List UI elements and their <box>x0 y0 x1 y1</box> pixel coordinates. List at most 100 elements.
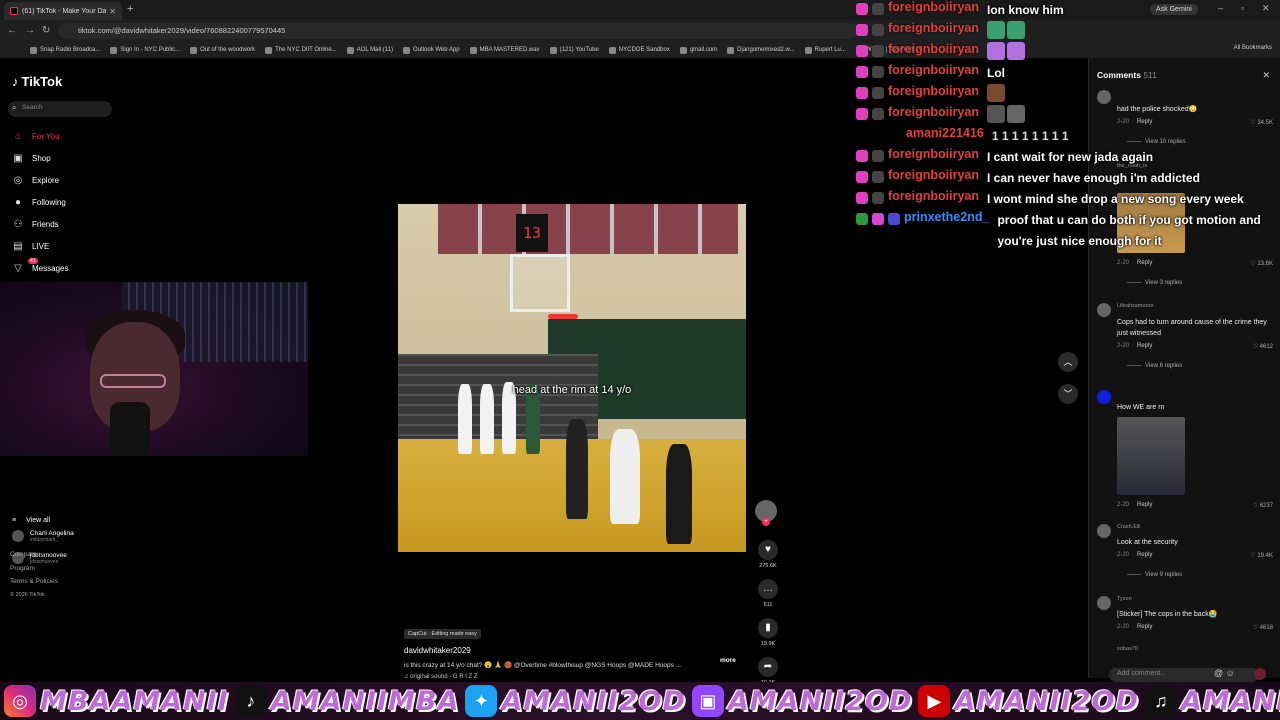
chat-text: 1 1 1 1 1 1 1 1 <box>991 129 1069 143</box>
capcut-tag[interactable]: CapCut · Editing made easy <box>404 629 481 639</box>
bookmark-item[interactable]: The NYC DIIT Online... <box>265 46 337 54</box>
subscriber-badge-icon <box>872 150 884 162</box>
next-video-button[interactable]: ﹀ <box>1058 384 1078 404</box>
comment-likes[interactable]: ♡ 19.4K <box>1250 552 1273 559</box>
view-replies-button[interactable]: View 10 replies <box>1127 139 1186 145</box>
comment-likes[interactable]: ♡ 6237 <box>1253 502 1273 509</box>
bookmark-item[interactable]: Out of the woodwork <box>190 46 255 54</box>
view-replies-button[interactable]: View 6 replies <box>1127 363 1182 369</box>
tiktok-icon: ♪ <box>234 685 267 717</box>
video-player[interactable]: 13 head at the rim at 14 y/o <box>398 204 746 552</box>
account-name: Charli Angelina <box>30 529 74 537</box>
messages-icon: ▽ <box>14 262 22 274</box>
minimize-icon[interactable]: – <box>1218 3 1223 13</box>
comment-button[interactable]: … 511 <box>756 579 780 608</box>
reply-button[interactable]: Reply <box>1137 119 1152 125</box>
avatar[interactable] <box>1097 303 1111 317</box>
all-bookmarks-button[interactable]: All Bookmarks <box>1234 45 1272 51</box>
view-all-button[interactable]: ≡ View all <box>12 517 50 524</box>
new-tab-icon[interactable]: + <box>127 3 133 15</box>
chat-username: foreignboiiryan <box>888 168 979 182</box>
nav-messages[interactable]: ▽ 41 Messages <box>12 258 68 275</box>
nav-explore[interactable]: ◎ Explore <box>12 173 60 187</box>
comment-author[interactable]: Crash.Elli <box>1117 524 1141 530</box>
emote-icon <box>1006 42 1025 60</box>
mention-emoji-icons[interactable]: @ ☺ <box>1214 668 1235 678</box>
comment-likes[interactable]: ♡ 4618 <box>1253 624 1273 631</box>
bookmark-favicon-icon <box>190 46 198 54</box>
reply-button[interactable]: Reply <box>1137 260 1152 266</box>
banner-twitter: ✦ AMANII2OD <box>465 685 688 717</box>
previous-video-button[interactable]: ︿ <box>1058 352 1078 372</box>
reply-button[interactable]: Reply <box>1137 552 1152 558</box>
tiktok-logo[interactable]: ♪ TikTok <box>12 74 62 89</box>
bookmark-favicon-icon <box>403 46 411 54</box>
instagram-icon: ◎ <box>4 685 36 717</box>
footer-link-company[interactable]: Company <box>10 548 58 562</box>
view-replies-button[interactable]: View 9 replies <box>1127 572 1182 578</box>
bookmark-item[interactable]: AOL Mail (11) <box>346 46 393 54</box>
close-tab-icon[interactable]: ✕ <box>109 7 116 16</box>
close-comments-icon[interactable]: ✕ <box>1262 70 1270 81</box>
bookmark-item[interactable]: gmail.com <box>679 46 717 54</box>
comment-author[interactable]: Lifeahsamesxx <box>1117 303 1154 309</box>
more-button[interactable]: more <box>720 657 736 664</box>
nav-for-you[interactable]: ⌂ For You <box>12 129 60 143</box>
nav-live[interactable]: ▤ LIVE <box>12 239 49 253</box>
banner-music: ♫AMANII(MUSIC) <box>1144 685 1280 717</box>
comment-likes[interactable]: ♡ 4612 <box>1253 343 1273 350</box>
reload-icon[interactable]: ↻ <box>42 25 50 36</box>
close-window-icon[interactable]: ✕ <box>1262 3 1270 14</box>
nav-friends[interactable]: ⚇ Friends <box>12 217 59 231</box>
comment-likes[interactable]: ♡ 34.5K <box>1250 119 1273 126</box>
comment-item: Crash.Elli Look at the security 2-20 Repl… <box>1097 524 1273 584</box>
address-bar[interactable]: tiktok.com/@davidwhitaker2029/video/7608… <box>58 23 858 39</box>
view-replies-button[interactable]: View 3 replies <box>1127 280 1182 286</box>
video-author[interactable]: davidwhitaker2029 <box>404 646 744 655</box>
footer-links: Company Program Terms & Policies © 2026 … <box>10 548 58 602</box>
bookmark-item[interactable]: Snap Radio Broadca... <box>30 46 100 54</box>
maximize-icon[interactable]: ▫ <box>1241 3 1244 13</box>
comment-author[interactable]: Tyson <box>1117 596 1132 602</box>
comment-author[interactable]: sobas70 <box>1117 646 1138 652</box>
bookmark-item[interactable]: NYCDOE Sandbox <box>608 46 670 54</box>
comment-likes[interactable]: ♡ 13.6K <box>1250 260 1273 267</box>
comment-meta: 2-20 Reply <box>1117 624 1153 630</box>
browser-tab[interactable]: (61) TikTok - Make Your Day ✕ <box>4 2 122 20</box>
bookmark-item[interactable]: Djangomemixed2.w... <box>727 46 795 54</box>
save-button[interactable]: ▮ 19.9K <box>756 618 780 647</box>
nav-following[interactable]: ● Following <box>12 195 66 209</box>
heart-icon: ♥ <box>758 540 778 560</box>
like-button[interactable]: ♥ 275.6K <box>756 540 780 569</box>
ask-gemini-button[interactable]: Ask Gemini <box>1150 4 1198 15</box>
chevron-down-icon: ﹀ <box>1063 389 1073 399</box>
avatar[interactable] <box>1097 596 1111 610</box>
footer-link-program[interactable]: Program <box>10 562 58 576</box>
heart-badge-icon <box>856 45 868 57</box>
bookmark-item[interactable]: (121) YouTube <box>549 46 599 54</box>
comment-image[interactable] <box>1117 417 1185 495</box>
reply-button[interactable]: Reply <box>1137 502 1152 508</box>
search-input[interactable]: ⌕ Search <box>8 101 112 117</box>
avatar[interactable] <box>1097 90 1111 104</box>
bookmark-item[interactable]: Sign In - NYC Public... <box>110 46 180 54</box>
reply-button[interactable]: Reply <box>1137 343 1152 349</box>
follow-plus-icon[interactable]: + <box>762 518 770 526</box>
video-sound[interactable]: ♫ original sound - G R I Z Z <box>404 674 744 680</box>
avatar[interactable] <box>1097 524 1111 538</box>
following-account-item[interactable]: Charli Angelina imkbycharli_ <box>12 525 120 547</box>
back-icon[interactable]: ← <box>7 25 17 36</box>
emote-icon <box>1006 105 1025 123</box>
add-comment-input[interactable]: Add comment... <box>1109 668 1259 682</box>
bookmark-item[interactable]: Outlook Web App <box>403 46 460 54</box>
reply-button[interactable]: Reply <box>1137 624 1152 630</box>
nav-shop[interactable]: ▣ Shop <box>12 151 50 165</box>
banner-twitch: ▣ AMANII2OD <box>691 685 915 717</box>
bookmark-item[interactable]: MBA MASTERED.wav <box>469 46 540 54</box>
footer-link-terms[interactable]: Terms & Policies <box>10 575 58 589</box>
subscriber-badge-icon <box>872 24 884 36</box>
post-comment-button[interactable] <box>1254 668 1266 680</box>
bookmark-item[interactable]: Rupert Lu... <box>804 46 846 54</box>
avatar[interactable] <box>1097 390 1111 404</box>
forward-icon[interactable]: → <box>25 25 35 36</box>
